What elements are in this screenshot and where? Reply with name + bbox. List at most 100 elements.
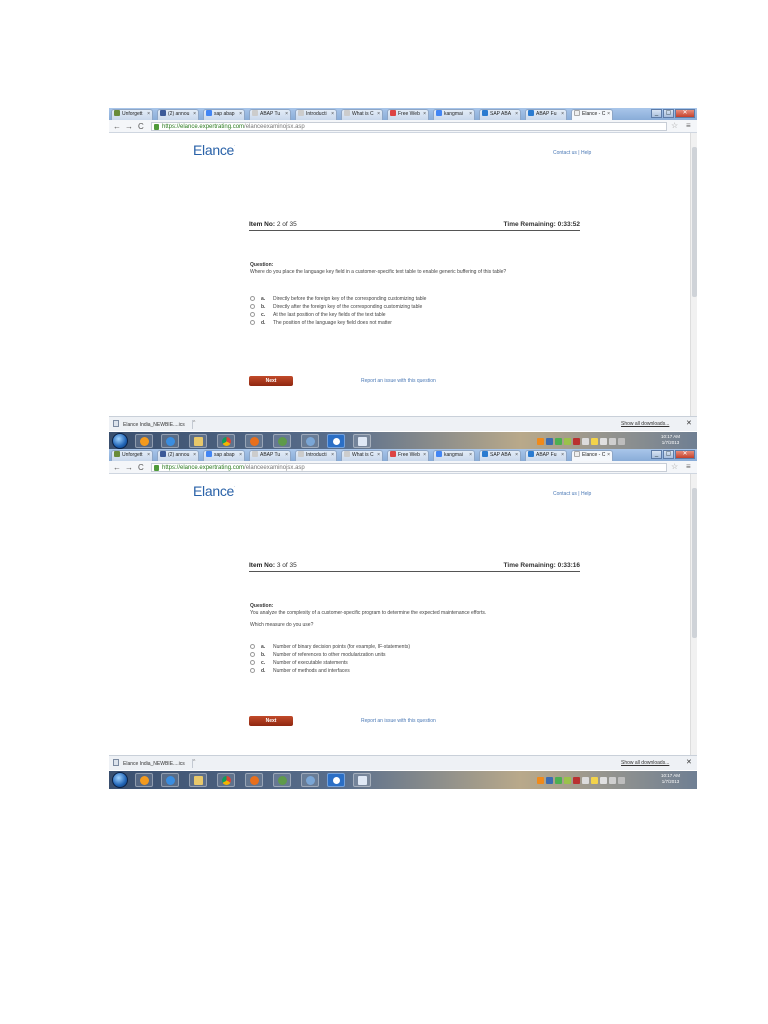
contact-help-link[interactable]: Contact us | Help bbox=[553, 491, 591, 497]
answer-option[interactable]: c. At the last position of the key fields… bbox=[250, 312, 386, 319]
photo-app-icon[interactable] bbox=[273, 773, 291, 787]
download-menu-caret[interactable]: ^ bbox=[193, 759, 195, 765]
browser-tab[interactable]: What is C × bbox=[341, 450, 383, 461]
browser-tab[interactable]: sap abap × bbox=[203, 450, 245, 461]
tab-close-icon[interactable]: × bbox=[469, 110, 472, 119]
radio-button[interactable] bbox=[250, 304, 255, 309]
tab-close-icon[interactable]: × bbox=[469, 451, 472, 460]
back-button[interactable]: ← bbox=[113, 462, 121, 473]
answer-option[interactable]: d. Number of methods and interfaces bbox=[250, 668, 350, 675]
browser-tab[interactable]: kangmai × bbox=[433, 109, 475, 120]
browser-tab[interactable]: ABAP Tu × bbox=[249, 450, 291, 461]
tray-icon[interactable] bbox=[618, 776, 625, 784]
tab-close-icon[interactable]: × bbox=[377, 451, 380, 460]
paint-icon[interactable] bbox=[301, 434, 319, 448]
explorer-folder-icon[interactable] bbox=[189, 434, 207, 448]
tray-icon[interactable] bbox=[591, 437, 598, 445]
tray-icon[interactable] bbox=[564, 437, 571, 445]
tray-icon[interactable] bbox=[555, 776, 562, 784]
scrollbar-thumb[interactable] bbox=[692, 147, 697, 297]
radio-button[interactable] bbox=[250, 312, 255, 317]
skype-icon[interactable] bbox=[327, 773, 345, 787]
tab-close-icon[interactable]: × bbox=[331, 110, 334, 119]
browser-tab[interactable]: SAP ABA × bbox=[479, 450, 521, 461]
tab-close-icon[interactable]: × bbox=[147, 451, 150, 460]
tab-close-icon[interactable]: × bbox=[561, 451, 564, 460]
tray-icon[interactable] bbox=[573, 776, 580, 784]
browser-tab[interactable]: Introducti × bbox=[295, 109, 337, 120]
tab-close-icon[interactable]: × bbox=[561, 110, 564, 119]
answer-option[interactable]: d. The position of the language key field… bbox=[250, 320, 392, 327]
word-document-icon[interactable] bbox=[353, 773, 371, 787]
back-button[interactable]: ← bbox=[113, 121, 121, 132]
tab-close-icon[interactable]: × bbox=[239, 451, 242, 460]
maximize-button[interactable]: ▢ bbox=[663, 450, 674, 459]
tray-icon[interactable] bbox=[546, 437, 553, 445]
url-input[interactable]: https://elance.expertrating.com/elanceex… bbox=[151, 463, 667, 472]
paint-icon[interactable] bbox=[301, 773, 319, 787]
tab-close-icon[interactable]: × bbox=[515, 110, 518, 119]
answer-option[interactable]: c. Number of executable statements bbox=[250, 660, 348, 667]
reload-button[interactable]: C bbox=[138, 462, 144, 473]
browser-tab[interactable]: SAP ABA × bbox=[479, 109, 521, 120]
url-input[interactable]: https://elance.expertrating.com/elanceex… bbox=[151, 122, 667, 131]
tray-icon[interactable] bbox=[555, 437, 562, 445]
close-window-button[interactable]: ✕ bbox=[675, 450, 695, 459]
radio-button[interactable] bbox=[250, 320, 255, 325]
start-button[interactable] bbox=[112, 772, 128, 788]
tab-close-icon[interactable]: × bbox=[147, 110, 150, 119]
start-button[interactable] bbox=[112, 433, 128, 449]
tray-icon[interactable] bbox=[609, 776, 616, 784]
maximize-button[interactable]: ▢ bbox=[663, 109, 674, 118]
browser-tab-active[interactable]: Elance - C × bbox=[571, 109, 613, 120]
internet-explorer-icon[interactable] bbox=[161, 773, 179, 787]
browser-tab[interactable]: (2) annou × bbox=[157, 450, 199, 461]
explorer-folder-icon[interactable] bbox=[189, 773, 207, 787]
download-item[interactable]: Elance India_NEWBIE....ics bbox=[113, 759, 193, 768]
close-download-bar-icon[interactable]: ✕ bbox=[686, 419, 692, 427]
report-issue-link[interactable]: Report an issue with this question bbox=[361, 718, 436, 724]
minimize-button[interactable]: _ bbox=[651, 450, 662, 459]
download-menu-caret[interactable]: ^ bbox=[193, 420, 195, 426]
browser-tab[interactable]: (2) annou × bbox=[157, 109, 199, 120]
forward-button[interactable]: → bbox=[125, 121, 133, 132]
close-window-button[interactable]: ✕ bbox=[675, 109, 695, 118]
tray-icon[interactable] bbox=[573, 437, 580, 445]
tray-icon[interactable] bbox=[564, 776, 571, 784]
network-icon[interactable] bbox=[582, 776, 589, 784]
answer-option[interactable]: b. Number of references to other modulari… bbox=[250, 652, 386, 659]
reload-button[interactable]: C bbox=[138, 121, 144, 132]
tray-icon[interactable] bbox=[537, 776, 544, 784]
firefox-icon[interactable] bbox=[245, 434, 263, 448]
chrome-icon[interactable] bbox=[217, 434, 235, 448]
browser-tab[interactable]: Free Web × bbox=[387, 450, 429, 461]
bookmark-star-icon[interactable]: ☆ bbox=[671, 121, 678, 130]
radio-button[interactable] bbox=[250, 668, 255, 673]
browser-tab[interactable]: ABAP Fu × bbox=[525, 109, 567, 120]
vertical-scrollbar[interactable] bbox=[690, 133, 697, 416]
browser-tab[interactable]: Unforgett × bbox=[111, 109, 153, 120]
browser-tab[interactable]: ABAP Fu × bbox=[525, 450, 567, 461]
browser-tab[interactable]: kangmai × bbox=[433, 450, 475, 461]
show-all-downloads-link[interactable]: Show all downloads... bbox=[621, 421, 669, 427]
media-player-icon[interactable] bbox=[135, 773, 153, 787]
system-clock[interactable]: 10:17 AM 1/7/2013 bbox=[661, 434, 680, 446]
internet-explorer-icon[interactable] bbox=[161, 434, 179, 448]
radio-button[interactable] bbox=[250, 660, 255, 665]
tray-icon[interactable] bbox=[609, 437, 616, 445]
skype-icon[interactable] bbox=[327, 434, 345, 448]
minimize-button[interactable]: _ bbox=[651, 109, 662, 118]
browser-menu-icon[interactable]: ≡ bbox=[686, 462, 691, 471]
browser-tab[interactable]: Introducti × bbox=[295, 450, 337, 461]
browser-tab[interactable]: sap abap × bbox=[203, 109, 245, 120]
tab-close-icon[interactable]: × bbox=[607, 451, 610, 460]
answer-option[interactable]: b. Directly after the foreign key of the … bbox=[250, 304, 422, 311]
close-download-bar-icon[interactable]: ✕ bbox=[686, 758, 692, 766]
report-issue-link[interactable]: Report an issue with this question bbox=[361, 378, 436, 384]
tab-close-icon[interactable]: × bbox=[285, 110, 288, 119]
tab-close-icon[interactable]: × bbox=[285, 451, 288, 460]
vertical-scrollbar[interactable] bbox=[690, 474, 697, 757]
tab-close-icon[interactable]: × bbox=[423, 110, 426, 119]
next-button[interactable]: Next bbox=[249, 716, 293, 726]
photo-app-icon[interactable] bbox=[273, 434, 291, 448]
